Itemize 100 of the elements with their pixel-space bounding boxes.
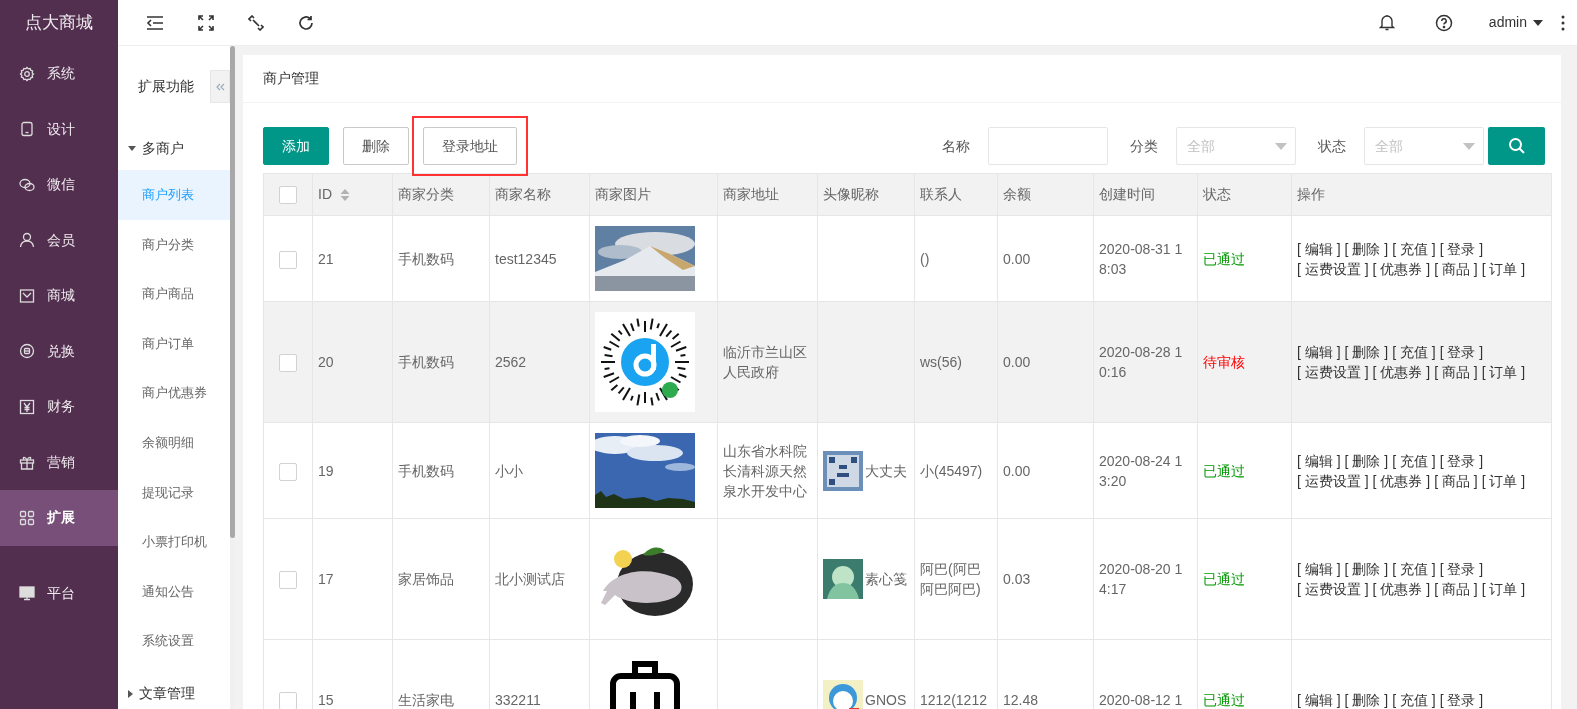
action-link[interactable]: [ 登录 ] bbox=[1439, 450, 1484, 471]
action-link[interactable]: [ 登录 ] bbox=[1439, 559, 1484, 579]
action-link[interactable]: [ 商品 ] bbox=[1434, 579, 1478, 599]
action-link[interactable]: [ 编辑 ] bbox=[1297, 342, 1341, 362]
table-cell: ws(56) bbox=[920, 354, 962, 370]
collapse-button[interactable] bbox=[210, 70, 230, 103]
scrollbar-thumb[interactable] bbox=[230, 46, 235, 538]
table-row[interactable]: 19 手机数码 小小 山东省水科院长清科源天然泉水开发中心 大丈夫 小(45497) 0.00 2020-08-24 13:20 已通过 [ 编辑 ] [ 删除 ] [ 充值 ] [ 登录 ] [ 运费设置 ] [ 优惠券 ] [ 商品 ] [ 订单 ] bbox=[263, 422, 1552, 519]
filter-label: 名称 bbox=[942, 136, 970, 156]
action-link[interactable]: [ 充值 ] bbox=[1392, 342, 1436, 362]
nav-item[interactable]: 扩展 bbox=[0, 490, 118, 546]
action-link[interactable]: [ 订单 ] bbox=[1481, 362, 1526, 382]
table-row[interactable]: 15 生活家电 332211 GNOS 1212(1212 12.48 2020-08-12 1 已通过 [ 编辑 ] [ 删除 ] [ 充值 ] [ 登录 ] bbox=[263, 639, 1552, 709]
action-link[interactable]: [ 编辑 ] bbox=[1297, 238, 1341, 259]
action-link[interactable]: [ 登录 ] bbox=[1439, 238, 1484, 259]
link-icon[interactable] bbox=[248, 14, 264, 31]
table-cell: 0.00 bbox=[1003, 354, 1031, 370]
nav-item[interactable]: 商城 bbox=[0, 268, 118, 324]
table-cell: 小小 bbox=[495, 462, 523, 479]
action-link[interactable]: [ 删除 ] bbox=[1344, 450, 1389, 471]
menu-item[interactable]: 余额明细 bbox=[118, 417, 230, 468]
table-row[interactable]: 20 手机数码 2562 临沂市兰山区人民政府 ws(56) 0.00 2020-08-28 10:16 待审核 [ 编辑 ] [ 删除 ] [ 充值 ] [ 登录 ] [ 运费设置 ] [ 优惠券 ] [ 商品 ] [ 订单 ] bbox=[263, 301, 1552, 423]
action-link[interactable]: [ 商品 ] bbox=[1434, 470, 1478, 491]
nav-item[interactable]: 会员 bbox=[0, 212, 118, 268]
bell-icon[interactable] bbox=[1378, 14, 1395, 31]
status-text: 已通过 bbox=[1203, 692, 1245, 708]
action-link[interactable]: [ 删除 ] bbox=[1344, 559, 1389, 579]
action-link[interactable]: [ 编辑 ] bbox=[1297, 559, 1341, 579]
checkbox[interactable] bbox=[279, 354, 297, 373]
checkbox[interactable] bbox=[279, 692, 297, 709]
action-link[interactable]: [ 商品 ] bbox=[1434, 258, 1478, 279]
nav-item[interactable]: 营销 bbox=[0, 434, 118, 490]
action-link[interactable]: [ 充值 ] bbox=[1392, 690, 1436, 709]
menu-item[interactable]: 系统设置 bbox=[118, 616, 230, 666]
nav-item[interactable]: 设计 bbox=[0, 101, 118, 157]
nav-item[interactable]: 系统 bbox=[0, 46, 118, 102]
action-link[interactable]: [ 商品 ] bbox=[1434, 362, 1478, 382]
action-link[interactable]: [ 充值 ] bbox=[1392, 450, 1436, 471]
column-header: 商家地址 bbox=[723, 186, 779, 202]
caret-down-icon bbox=[1533, 19, 1543, 26]
name-input[interactable] bbox=[988, 127, 1108, 165]
checkbox[interactable] bbox=[279, 250, 297, 269]
menu-group[interactable]: 多商户 bbox=[118, 126, 230, 170]
fullscreen-icon[interactable] bbox=[198, 14, 214, 31]
table-cell: 山东省水科院长清科源天然泉水开发中心 bbox=[723, 442, 807, 499]
nav-item[interactable]: 财务 bbox=[0, 379, 118, 435]
user-menu[interactable]: admin bbox=[1488, 12, 1543, 33]
action-link[interactable]: [ 充值 ] bbox=[1392, 238, 1436, 259]
menu-item[interactable]: 商户分类 bbox=[118, 219, 230, 270]
menu-item[interactable]: 通知公告 bbox=[118, 566, 230, 617]
checkbox[interactable] bbox=[279, 462, 297, 481]
menu-item[interactable]: 商户优惠券 bbox=[118, 368, 230, 418]
action-link[interactable]: [ 编辑 ] bbox=[1297, 450, 1341, 471]
table-cell: 19 bbox=[318, 462, 334, 479]
action-link[interactable]: [ 登录 ] bbox=[1439, 690, 1484, 709]
table-cell: 2020-08-31 18:03 bbox=[1099, 240, 1183, 277]
nav-item[interactable]: 平台 bbox=[0, 565, 118, 621]
menu-group[interactable]: 文章管理 bbox=[118, 671, 230, 709]
action-link[interactable]: [ 优惠券 ] bbox=[1372, 362, 1431, 382]
table-cell: 0.00 bbox=[1003, 462, 1031, 479]
action-link[interactable]: [ 优惠券 ] bbox=[1372, 579, 1431, 599]
nav-item[interactable]: 兑换 bbox=[0, 323, 118, 379]
action-link[interactable]: [ 运费设置 ] bbox=[1297, 470, 1369, 491]
toolbar-button[interactable]: 删除 bbox=[343, 127, 409, 165]
menu-collapse-icon[interactable] bbox=[146, 15, 164, 30]
menu-item[interactable]: 小票打印机 bbox=[118, 517, 230, 567]
table-cell: 0.03 bbox=[1003, 571, 1031, 587]
checkbox[interactable] bbox=[279, 571, 297, 590]
action-link[interactable]: [ 运费设置 ] bbox=[1297, 362, 1369, 382]
action-link[interactable]: [ 编辑 ] bbox=[1297, 690, 1341, 709]
table-row[interactable]: 21 手机数码 test12345 () 0.00 2020-08-31 18:03 已通过 [ 编辑 ] [ 删除 ] [ 充值 ] [ 登录 ] [ 运费设置 ] [ 优惠券 ] [ 商品 ] [ 订单 ] bbox=[263, 215, 1552, 302]
action-link[interactable]: [ 优惠券 ] bbox=[1372, 258, 1431, 279]
action-link[interactable]: [ 登录 ] bbox=[1439, 342, 1484, 362]
menu-item[interactable]: 商户订单 bbox=[118, 318, 230, 369]
help-icon[interactable] bbox=[1434, 13, 1453, 32]
menu-item[interactable]: 商户商品 bbox=[118, 269, 230, 319]
action-link[interactable]: [ 订单 ] bbox=[1481, 579, 1526, 599]
checkbox[interactable] bbox=[279, 186, 297, 205]
action-link[interactable]: [ 充值 ] bbox=[1392, 559, 1436, 579]
toolbar-button[interactable]: 添加 bbox=[263, 127, 329, 165]
table-cell: 0.00 bbox=[1003, 250, 1031, 267]
action-link[interactable]: [ 删除 ] bbox=[1344, 690, 1389, 709]
action-link[interactable]: [ 运费设置 ] bbox=[1297, 579, 1369, 599]
toolbar-button[interactable]: 登录地址 bbox=[423, 127, 517, 165]
action-link[interactable]: [ 订单 ] bbox=[1481, 258, 1526, 279]
refresh-icon[interactable] bbox=[298, 14, 314, 31]
sort-icon[interactable] bbox=[340, 189, 350, 202]
nav-item[interactable]: 微信 bbox=[0, 157, 118, 213]
action-link[interactable]: [ 删除 ] bbox=[1344, 238, 1389, 259]
table-cell: 20 bbox=[318, 354, 334, 370]
table-cell: 阿巴(阿巴阿巴阿巴) bbox=[920, 561, 981, 597]
menu-item[interactable]: 提现记录 bbox=[118, 467, 230, 518]
action-link[interactable]: [ 订单 ] bbox=[1481, 470, 1526, 491]
action-link[interactable]: [ 优惠券 ] bbox=[1372, 470, 1431, 491]
monitor-icon bbox=[19, 585, 35, 602]
action-link[interactable]: [ 删除 ] bbox=[1344, 342, 1389, 362]
more-icon[interactable] bbox=[1561, 14, 1565, 31]
action-link[interactable]: [ 运费设置 ] bbox=[1297, 258, 1369, 279]
search-button[interactable] bbox=[1488, 127, 1545, 165]
column-header[interactable]: ID bbox=[318, 186, 332, 202]
